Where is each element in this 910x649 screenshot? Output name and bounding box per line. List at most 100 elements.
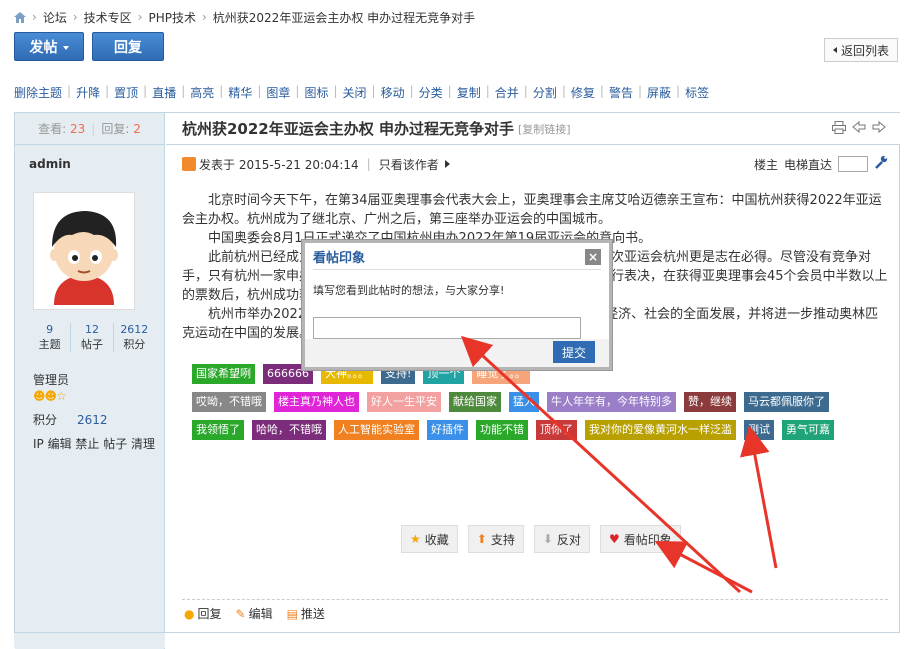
impression-tag[interactable]: 我对你的爱像黄河水一样泛滥	[585, 420, 736, 440]
stat-topics[interactable]: 9 主题	[29, 323, 70, 352]
mod-separator: |	[143, 84, 148, 98]
mod-action[interactable]: 屏蔽	[647, 84, 671, 101]
mod-action[interactable]: 分类	[419, 84, 443, 101]
reply-link[interactable]: ● 回复	[184, 605, 222, 622]
divider	[182, 599, 888, 600]
author-sidebar: 查看: 23 | 回复: 2 admin 9 主题 12 帖子 2612 积分 管理员…	[15, 113, 165, 649]
support-button[interactable]: ⬆ 支持	[467, 525, 524, 553]
chevron-left-icon	[832, 47, 837, 53]
impression-tag[interactable]: 我领悟了	[192, 420, 244, 440]
breadcrumb-forum[interactable]: 论坛	[43, 9, 67, 26]
mod-separator: |	[67, 84, 72, 98]
mod-action[interactable]: 直播	[152, 84, 176, 101]
pencil-icon: ✎	[235, 607, 246, 621]
stat-posts[interactable]: 12 帖子	[70, 323, 112, 352]
thumb-up-icon: ⬆	[476, 532, 487, 546]
post-container: 查看: 23 | 回复: 2 admin 9 主题 12 帖子 2612 积分 管理员…	[14, 112, 900, 649]
mod-action[interactable]: 图章	[266, 84, 290, 101]
breadcrumb-thread[interactable]: 杭州获2022年亚运会主办权 申办过程无竞争对手	[213, 9, 475, 26]
points-label: 积分	[33, 413, 58, 427]
impression-tag[interactable]: 马云都佩服你了	[744, 392, 829, 412]
edit-link[interactable]: ✎ 编辑	[236, 605, 273, 622]
impression-tag[interactable]: 楼主真乃神人也	[274, 392, 359, 412]
mod-action[interactable]: 标签	[685, 84, 709, 101]
close-icon[interactable]: ×	[585, 249, 601, 265]
copy-link[interactable]: [复制链接]	[518, 121, 571, 137]
mod-separator: |	[523, 84, 528, 98]
impression-tag[interactable]: 顶你了	[536, 420, 577, 440]
mod-separator: |	[599, 84, 604, 98]
points-value: 2612	[77, 413, 108, 427]
next-thread-icon[interactable]	[872, 120, 886, 137]
mod-action[interactable]: 删除主题	[14, 84, 62, 101]
impression-button[interactable]: ♥ 看帖印象	[599, 525, 681, 553]
impression-tag[interactable]: 猛人	[509, 392, 539, 412]
wrench-icon[interactable]	[874, 155, 888, 173]
impression-tag[interactable]: 赞，继续	[684, 392, 736, 412]
impression-input[interactable]	[313, 317, 581, 339]
mod-separator: |	[637, 84, 642, 98]
impression-tag[interactable]: 好插件	[427, 420, 468, 440]
mod-action[interactable]: 置顶	[114, 84, 138, 101]
avatar[interactable]	[33, 192, 135, 310]
impression-tag[interactable]: 牛人年年有，今年特别多	[547, 392, 676, 412]
oppose-button[interactable]: ⬇ 反对	[533, 525, 590, 553]
user-group[interactable]: 管理员	[33, 371, 69, 388]
credits-label: 积分	[123, 338, 146, 351]
submit-button[interactable]: 提交	[553, 341, 595, 363]
home-icon[interactable]	[14, 11, 26, 23]
reply-button[interactable]: 回复	[92, 32, 164, 61]
favorite-button[interactable]: ★ 收藏	[401, 525, 458, 553]
reply-label: 回复	[114, 39, 142, 56]
new-post-button[interactable]: 发帖	[14, 32, 84, 61]
impression-label: 看帖印象	[623, 532, 672, 547]
impression-tags: 国家希望咧 666666 大神。。。 支持! 顶一个 睡觉了。。 哎呦，不错哦 楼主真乃神人也…	[192, 364, 872, 448]
posts-label: 帖子	[80, 338, 103, 351]
print-icon[interactable]	[832, 121, 846, 137]
breadcrumb-php[interactable]: PHP技术	[148, 9, 196, 26]
breadcrumb: › 论坛 › 技术专区 › PHP技术 › 杭州获2022年亚运会主办权 申办过…	[14, 9, 475, 25]
mod-action[interactable]: 复制	[457, 84, 481, 101]
mod-action[interactable]: 升降	[76, 84, 100, 101]
content-paragraph: 北京时间今天下午，在第34届亚奥理事会代表大会上，亚奥理事会主席艾哈迈德亲王宣布…	[182, 193, 882, 227]
push-link[interactable]: ▤ 推送	[287, 605, 325, 622]
elevator-input[interactable]	[838, 156, 868, 172]
edit-link-label: 编辑	[248, 607, 273, 621]
push-icon: ▤	[286, 607, 298, 621]
breadcrumb-sep: ›	[72, 10, 78, 24]
admin-links[interactable]: IP 编辑 禁止 帖子 清理	[33, 435, 155, 452]
impression-tag[interactable]: 好人一生平安	[367, 392, 441, 412]
mod-action[interactable]: 修复	[571, 84, 595, 101]
author-name[interactable]: admin	[29, 157, 71, 171]
heart-icon: ♥	[608, 532, 620, 546]
post-main: 杭州获2022年亚运会主办权 申办过程无竞争对手 [复制链接] 发表于 2015…	[166, 113, 900, 649]
new-post-label: 发帖	[29, 39, 58, 56]
back-to-list-button[interactable]: 返回列表	[824, 38, 898, 62]
mod-action[interactable]: 分割	[533, 84, 557, 101]
thread-title-row: 杭州获2022年亚运会主办权 申办过程无竞争对手 [复制链接]	[166, 113, 900, 145]
mod-action[interactable]: 关闭	[343, 84, 367, 101]
next-post-row	[14, 632, 900, 648]
impression-tag[interactable]: 勇气可嘉	[782, 420, 834, 440]
mod-action[interactable]: 高亮	[190, 84, 214, 101]
impression-tag[interactable]: 哎呦，不错哦	[192, 392, 266, 412]
mod-action[interactable]: 移动	[381, 84, 405, 101]
impression-tag[interactable]: 哈哈，不错哦	[252, 420, 326, 440]
prev-thread-icon[interactable]	[852, 120, 866, 137]
mod-separator: |	[257, 84, 262, 98]
reply-link-label: 回复	[197, 607, 222, 621]
mod-action[interactable]: 合并	[495, 84, 519, 101]
mod-action[interactable]: 精华	[228, 84, 252, 101]
chat-bubble-icon: ●	[184, 607, 195, 621]
breadcrumb-tech[interactable]: 技术专区	[84, 9, 132, 26]
impression-tag[interactable]: 献给国家	[449, 392, 501, 412]
views-label: 查看:	[38, 122, 67, 136]
impression-tag[interactable]: 人工智能实验室	[334, 420, 419, 440]
impression-tag[interactable]: 国家希望咧	[192, 364, 255, 384]
impression-tag[interactable]: 功能不错	[476, 420, 528, 440]
only-author-link[interactable]: 只看该作者	[379, 156, 439, 173]
mod-action[interactable]: 警告	[609, 84, 633, 101]
stat-credits[interactable]: 2612 积分	[112, 323, 155, 352]
mod-action[interactable]: 图标	[304, 84, 328, 101]
impression-tag[interactable]: 测试	[744, 420, 774, 440]
